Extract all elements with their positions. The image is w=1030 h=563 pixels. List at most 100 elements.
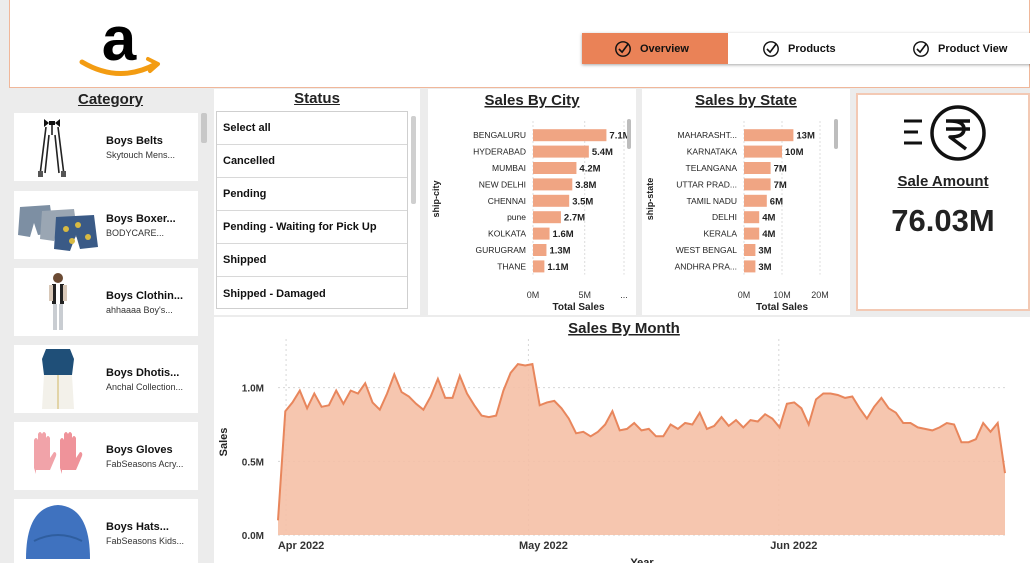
state-bar-chart: Sales by State 0M 10M 20M MAHARASHT... 13M KAR… [645, 92, 838, 313]
amazon-logo: a [79, 8, 160, 76]
category-item[interactable]: Boys Belts Skytouch Mens... [14, 113, 198, 181]
category-item[interactable]: Boys Dhotis... Anchal Collection... [14, 345, 198, 413]
x-axis-title: Total Sales [552, 302, 604, 313]
sales-by-city-chart: Sales By City 0M 5M... BENGALURU 7.1M HYDERAB… [428, 89, 636, 315]
category-label: pune [507, 212, 526, 222]
category-item-name: Boys Belts [106, 135, 163, 147]
bar [533, 194, 570, 207]
bar-value-label: 7M [774, 180, 787, 191]
category-label: NEW DELHI [479, 179, 526, 189]
bar-value-label: 4.2M [579, 164, 600, 175]
bar-value-label: 1.6M [553, 229, 574, 240]
month-area-chart: Sales By Month 0.0M 0.5M 1.0M Apr 2022 May 20… [218, 320, 1006, 563]
status-option-cancelled[interactable]: Cancelled [217, 145, 407, 178]
bar [744, 129, 794, 142]
x-tick-label: ... [620, 290, 628, 300]
tab-products[interactable]: Products [728, 33, 886, 64]
bar [744, 227, 760, 240]
sale-amount-card: Sale Amount 76.03M [856, 93, 1030, 311]
category-label: TAMIL NADU [686, 196, 737, 206]
bar [533, 145, 589, 158]
status-scrollbar[interactable] [411, 116, 416, 204]
status-option-shipped[interactable]: Shipped [217, 244, 407, 277]
tab-overview-label: Overview [640, 42, 689, 55]
status-option-shipped-damaged[interactable]: Shipped - Damaged [217, 277, 407, 310]
category-label: GURUGRAM [475, 245, 526, 255]
check-circle-icon [763, 40, 779, 57]
bar [533, 244, 547, 256]
y-axis-title: ship-state [645, 178, 655, 221]
category-label: KARNATAKA [687, 147, 738, 157]
chart-title: Sales By City [484, 92, 580, 109]
category-label: MUMBAI [492, 163, 526, 173]
category-scrollbar[interactable] [201, 113, 207, 143]
bar [744, 244, 756, 256]
bar-value-label: 2.7M [564, 213, 585, 224]
chart-scrollbar [627, 119, 631, 149]
bar-value-label: 1.3M [549, 246, 570, 257]
bar [744, 178, 771, 191]
category-title: Category [77, 91, 144, 108]
category-item[interactable]: Boys Hats... FabSeasons Kids... [14, 499, 198, 563]
tab-product-view-label: Product View [938, 42, 1008, 55]
bar-value-label: 4M [762, 213, 775, 224]
series-area [278, 364, 1005, 535]
x-axis-title: Year [630, 557, 654, 563]
bar [533, 260, 545, 273]
suspenders-icon [38, 119, 66, 177]
bar-value-label: 13M [796, 131, 815, 142]
status-option-pending[interactable]: Pending [217, 178, 407, 211]
category-item-name: Boys Gloves [106, 444, 173, 456]
bar [533, 211, 561, 224]
category-item-name: Boys Dhotis... [106, 367, 180, 379]
bar-value-label: 3M [758, 246, 771, 257]
status-option-pending-pickup[interactable]: Pending - Waiting for Pick Up [217, 211, 407, 244]
bar [533, 178, 573, 191]
dhoti-icon [42, 349, 74, 409]
category-label: KERALA [703, 229, 737, 239]
y-tick-label: 1.0M [242, 384, 264, 395]
category-item[interactable]: Boys Clothin... ahhaaaa Boy's... [14, 268, 198, 336]
sale-amount-label: Sale Amount [897, 173, 989, 190]
category-label: CHENNAI [488, 196, 526, 206]
status-option-select-all[interactable]: Select all [217, 112, 407, 145]
hat-icon [26, 505, 90, 559]
x-tick-label: Jun 2022 [770, 540, 817, 552]
tab-products-label: Products [788, 42, 836, 55]
sale-amount-value: 76.03M [891, 203, 995, 238]
bar [533, 129, 607, 142]
tab-overview[interactable]: Overview [582, 33, 728, 64]
category-label: UTTAR PRAD... [676, 179, 737, 189]
x-tick-label: 0M [738, 290, 751, 300]
category-item-name: Boys Hats... [106, 521, 169, 533]
category-label: HYDERABAD [473, 147, 526, 157]
boy-clothing-icon [49, 273, 67, 330]
bar-value-label: 6M [770, 196, 783, 207]
x-tick-label: 10M [773, 290, 791, 300]
dashboard: a Overview Products Product View Categor… [0, 0, 1030, 563]
category-label: BENGALURU [473, 130, 526, 140]
bar [744, 145, 782, 158]
category-item-name: Boys Boxer... [106, 213, 176, 225]
category-label: DELHI [712, 212, 737, 222]
category-item-name: Boys Clothin... [106, 290, 183, 302]
category-item[interactable]: Boys Boxer... BODYCARE... [14, 191, 198, 259]
category-item[interactable]: Boys Gloves FabSeasons Acry... [14, 422, 198, 490]
bar [744, 194, 767, 207]
category-item-subtitle: FabSeasons Acry... [106, 459, 184, 469]
bar [744, 211, 760, 224]
category-label: KOLKATA [488, 229, 526, 239]
bar [533, 227, 550, 240]
bar-value-label: 5.4M [592, 147, 613, 158]
status-list: Select all Cancelled Pending Pending - W… [216, 111, 408, 309]
bar [744, 162, 771, 174]
tab-product-view[interactable]: Product View [886, 33, 1030, 64]
bar-value-label: 1.1M [547, 262, 568, 273]
category-label: MAHARASHT... [677, 130, 737, 140]
rupee-icon [904, 105, 986, 161]
bar-value-label: 3.5M [572, 196, 593, 207]
check-circle-icon [615, 40, 631, 57]
header-bar: a Overview Products Product View [9, 0, 1030, 88]
x-tick-label: 5M [578, 290, 591, 300]
category-item-subtitle: Skytouch Mens... [106, 150, 176, 160]
